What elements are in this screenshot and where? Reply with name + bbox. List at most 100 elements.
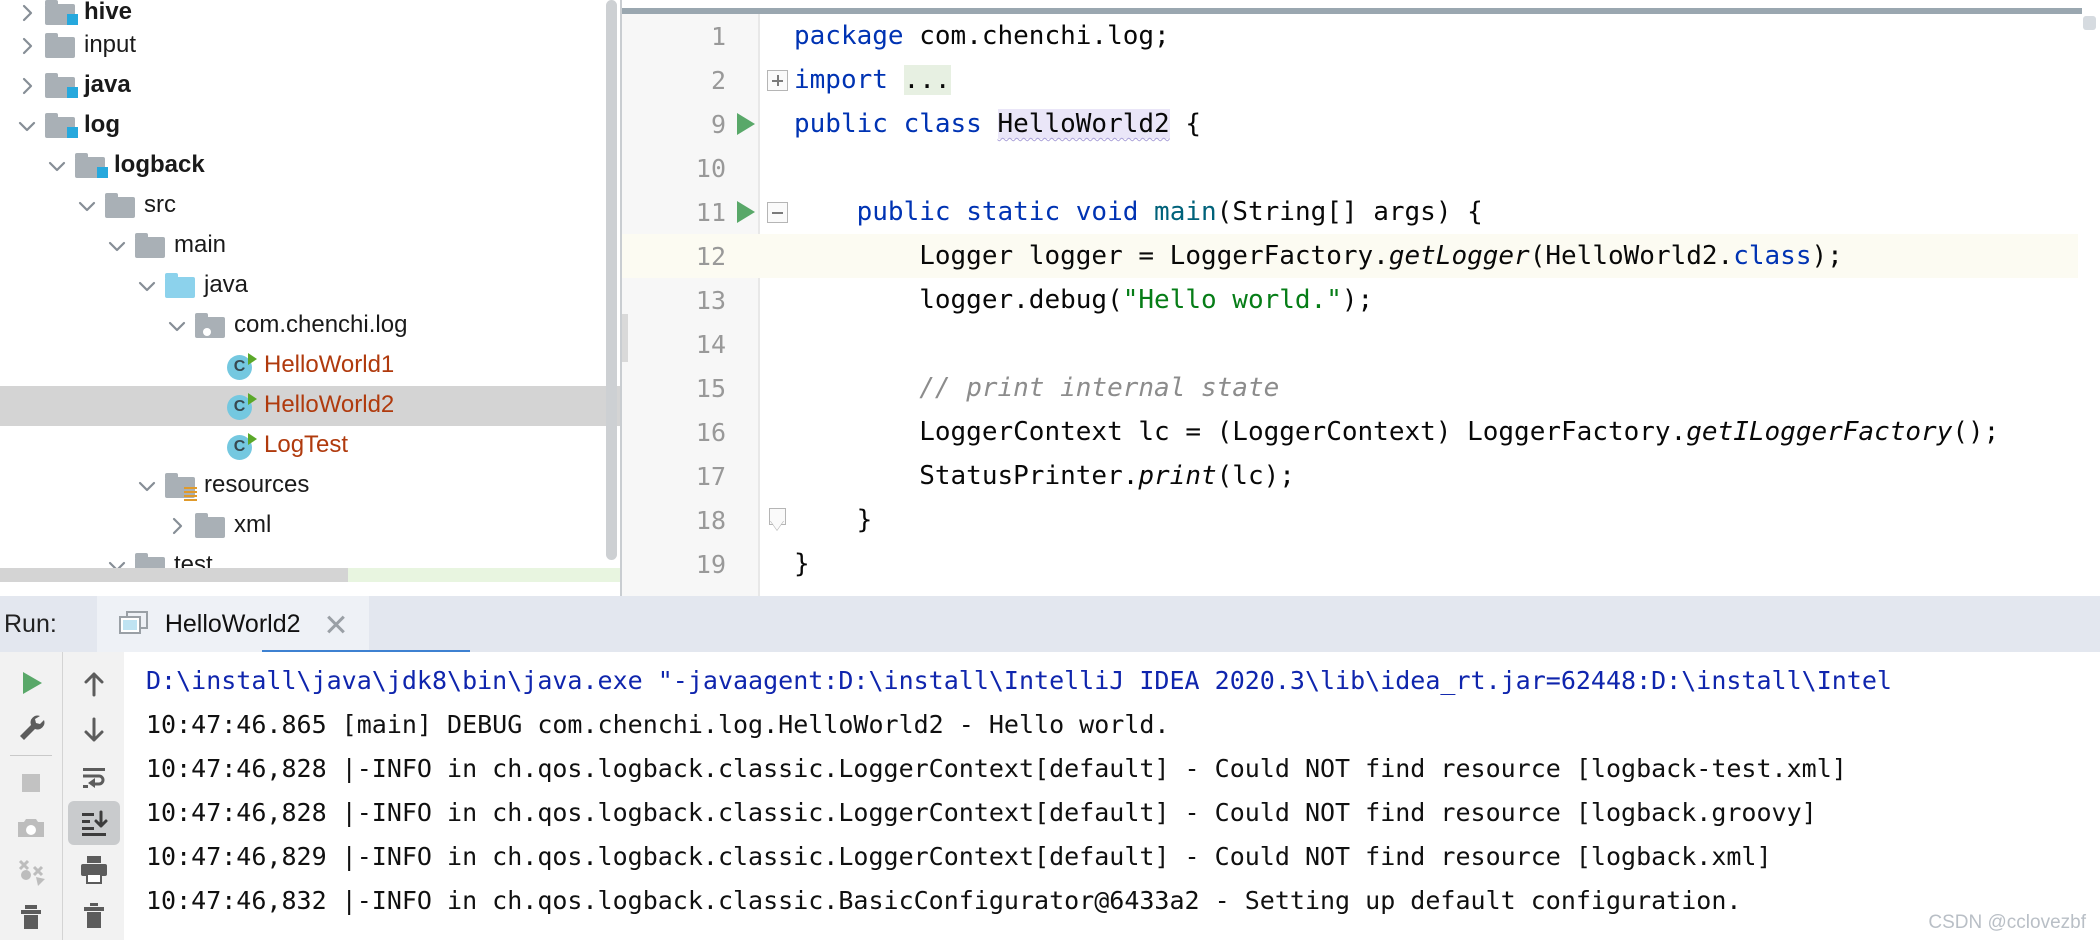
chevron-down-icon[interactable]	[14, 113, 40, 139]
project-tool-window[interactable]: hive input java log logback src main java com.ch…	[0, 0, 622, 596]
gutter-blank	[732, 542, 760, 586]
code-line[interactable]: 9 public class HelloWorld2 {	[622, 102, 2100, 146]
trash-button[interactable]	[5, 895, 57, 938]
code-token: );	[1341, 285, 1374, 315]
scroll-to-end-button[interactable]	[67, 800, 120, 846]
code-token: class	[1733, 241, 1812, 271]
stop-button[interactable]	[5, 762, 57, 805]
code-token: (HelloWorld2.	[1529, 241, 1734, 271]
code-line[interactable]: 17 StatusPrinter. print (lc);	[622, 454, 2100, 498]
tree-item-resources[interactable]: resources	[0, 466, 622, 506]
print-button[interactable]	[68, 847, 120, 891]
fold-blank	[760, 366, 794, 410]
tree-item-label: LogTest	[264, 431, 349, 458]
code-line[interactable]: 11 public static void main (String[] args…	[622, 190, 2100, 234]
run-toolbar-left[interactable]	[0, 652, 62, 940]
chevron-down-icon[interactable]	[134, 473, 160, 499]
code-line[interactable]: 1 package com.chenchi.log;	[622, 14, 2100, 58]
code-line[interactable]: 18 }	[622, 498, 2100, 542]
code-line[interactable]: 15 // print internal state	[622, 366, 2100, 410]
chevron-right-icon[interactable]	[14, 33, 40, 59]
clear-all-button[interactable]	[68, 894, 120, 938]
code-token: (String[] args) {	[1216, 197, 1483, 227]
soft-wrap-button[interactable]	[68, 755, 120, 799]
screenshot-button[interactable]	[5, 806, 57, 849]
editor-scrollbar[interactable]	[2078, 14, 2100, 596]
tree-item-label: com.chenchi.log	[234, 311, 408, 338]
tree-item-xml[interactable]: xml	[0, 506, 622, 546]
tree-item-log[interactable]: log	[0, 106, 622, 146]
run-tool-window[interactable]: Run: HelloWorld2 D:\install\java\jdk8\bi…	[0, 596, 2100, 940]
code-text: public class HelloWorld2 {	[794, 102, 1201, 146]
run-line-icon[interactable]	[732, 102, 760, 146]
chevron-down-icon[interactable]	[134, 273, 160, 299]
run-toolbar-right[interactable]	[62, 652, 124, 940]
run-tab-helloworld2[interactable]: HelloWorld2	[96, 596, 369, 652]
tree-item-helloworld1[interactable]: C HelloWorld1	[0, 346, 622, 386]
console-output[interactable]: D:\install\java\jdk8\bin\java.exe "-java…	[124, 652, 2100, 940]
tree-item-logback[interactable]: logback	[0, 146, 622, 186]
code-text: }	[794, 498, 873, 542]
tree-item-main[interactable]: main	[0, 226, 622, 266]
fold-expand-icon[interactable]	[760, 58, 794, 102]
tree-item-hive[interactable]: hive	[0, 0, 622, 26]
chevron-down-icon[interactable]	[74, 193, 100, 219]
code-token: }	[794, 505, 873, 535]
project-scrollbar[interactable]	[606, 0, 620, 596]
code-line[interactable]: 2 import ...	[622, 58, 2100, 102]
tree-item-helloworld2[interactable]: C HelloWorld2	[0, 386, 622, 426]
tree-item-logtest[interactable]: C LogTest	[0, 426, 622, 466]
line-number: 12	[695, 241, 726, 271]
fold-blank	[760, 234, 794, 278]
dump-threads-button[interactable]	[5, 851, 57, 894]
tree-item-input[interactable]: input	[0, 26, 622, 66]
editor-body[interactable]: 1 package com.chenchi.log; 2 import ... 9 pub…	[622, 14, 2100, 596]
code-editor[interactable]: 1 package com.chenchi.log; 2 import ... 9 pub…	[622, 0, 2100, 596]
tree-item-java[interactable]: java	[0, 66, 622, 106]
rerun-button[interactable]	[5, 662, 57, 705]
code-token: "Hello world."	[1122, 285, 1342, 315]
chevron-down-icon[interactable]	[44, 153, 70, 179]
run-line-icon[interactable]	[732, 190, 760, 234]
code-line[interactable]: 10	[622, 146, 2100, 190]
tree-item-com-chenchi-log[interactable]: com.chenchi.log	[0, 306, 622, 346]
tree-item-src[interactable]: src	[0, 186, 622, 226]
chevron-right-icon[interactable]	[164, 513, 190, 539]
code-line[interactable]: 16 LoggerContext lc = (LoggerContext) Lo…	[622, 410, 2100, 454]
fold-region-end-icon[interactable]	[760, 498, 794, 542]
up-button[interactable]	[68, 662, 120, 706]
run-tab-label: HelloWorld2	[164, 609, 301, 638]
code-line[interactable]: 14	[622, 322, 2100, 366]
settings-button[interactable]	[5, 707, 57, 750]
project-scrollbar-thumb[interactable]	[606, 0, 617, 560]
gutter-blank	[732, 322, 760, 366]
line-number: 10	[695, 153, 726, 183]
tree-item-java[interactable]: java	[0, 266, 622, 306]
code-text: package com.chenchi.log;	[794, 14, 1170, 58]
editor-scrollbar-thumb[interactable]	[2083, 16, 2096, 30]
code-token: ...	[903, 65, 951, 95]
code-line[interactable]: 13 logger.debug("Hello world.");	[622, 278, 2100, 322]
gutter-blank	[732, 58, 760, 102]
run-label: Run:	[4, 609, 57, 638]
code-line[interactable]: 19}	[622, 542, 2100, 586]
code-lines[interactable]: 1 package com.chenchi.log; 2 import ... 9 pub…	[622, 14, 2100, 596]
project-tree[interactable]: hive input java log logback src main java com.ch…	[0, 0, 622, 586]
folder-icon	[195, 513, 225, 539]
code-token: getLogger	[1388, 241, 1530, 271]
watermark: CSDN @cclovezbf	[1928, 912, 2086, 933]
fold-collapse-icon[interactable]	[760, 190, 794, 234]
code-line[interactable]: 12 Logger logger = LoggerFactory. getLogg…	[622, 234, 2100, 278]
code-token: // print internal state	[919, 373, 1280, 403]
chevron-right-icon[interactable]	[14, 73, 40, 99]
code-token: logger.debug(	[794, 285, 1123, 315]
chevron-down-icon[interactable]	[164, 313, 190, 339]
down-button[interactable]	[68, 708, 120, 752]
editor-top-strip	[622, 0, 2100, 14]
chevron-down-icon[interactable]	[104, 233, 130, 259]
close-icon[interactable]	[323, 611, 349, 637]
tree-bottom-clip	[0, 582, 620, 596]
chevron-right-icon[interactable]	[14, 0, 40, 26]
